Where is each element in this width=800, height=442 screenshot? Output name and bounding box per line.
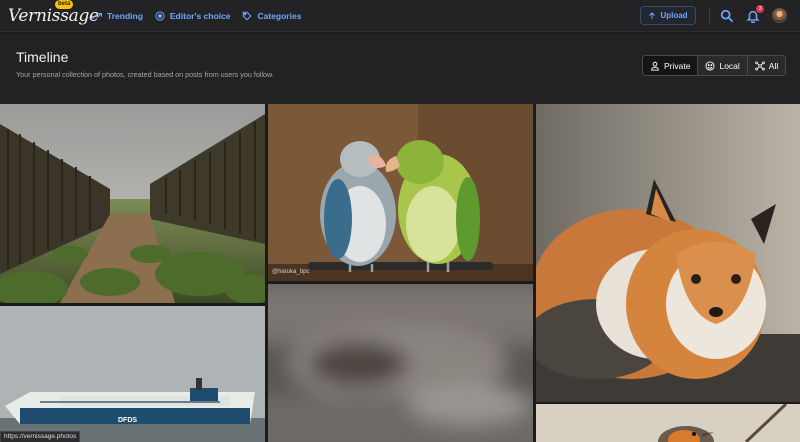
smiley-icon [705, 60, 715, 71]
status-bar-url: https://vernissage.photos [0, 431, 81, 442]
filter-local-label: Local [719, 60, 740, 71]
logo-text: Vernissage [8, 6, 99, 26]
nav-categories-label: Categories [257, 11, 302, 21]
photo-ferry-ship[interactable]: DFDS [0, 306, 265, 442]
upload-label: Upload [660, 11, 688, 20]
blurred-image [268, 284, 533, 442]
toolbar-divider [709, 8, 710, 24]
filter-local-button[interactable]: Local [697, 56, 747, 75]
nav-editors-choice[interactable]: Editor's choice [155, 11, 231, 21]
filter-all-button[interactable]: All [746, 56, 786, 75]
top-navbar: Vernissage beta Trending Editor's choice… [0, 0, 800, 32]
page-subtitle: Your personal collection of photos, crea… [16, 70, 274, 79]
award-icon [155, 11, 165, 21]
trending-icon [92, 12, 102, 19]
page-header: Timeline Your personal collection of pho… [0, 33, 800, 104]
page-title: Timeline [16, 49, 69, 65]
nav-categories[interactable]: Categories [242, 11, 301, 21]
photo-two-parrots[interactable]: @haruka_bpc [268, 104, 533, 281]
photo-credit: @haruka_bpc [272, 269, 310, 275]
filter-private-label: Private [664, 60, 691, 71]
upload-button[interactable]: Upload [640, 6, 696, 25]
photo-small-bird[interactable] [536, 404, 800, 442]
parrots-image [268, 104, 533, 281]
forest-image [0, 104, 265, 303]
photo-pine-forest[interactable] [0, 104, 265, 303]
bird-image [536, 404, 800, 442]
photo-blurred[interactable] [268, 284, 533, 442]
main-nav: Trending Editor's choice Categories [92, 0, 301, 32]
nav-trending-label: Trending [107, 11, 143, 21]
filter-private-button[interactable]: Private [643, 56, 698, 75]
nav-trending[interactable]: Trending [92, 11, 143, 21]
beta-badge: beta [55, 0, 74, 9]
notification-count-badge: 3 [756, 5, 764, 13]
app-logo[interactable]: Vernissage [8, 2, 99, 30]
ferry-hull-text: DFDS [118, 417, 138, 424]
person-icon [651, 61, 659, 71]
upload-arrow-icon [649, 11, 656, 19]
network-icon [755, 61, 765, 70]
tags-icon [243, 11, 252, 21]
nav-editors-choice-label: Editor's choice [169, 11, 231, 21]
fox-image [536, 104, 800, 402]
user-avatar[interactable] [772, 8, 787, 23]
filter-all-label: All [768, 60, 779, 71]
search-icon[interactable] [720, 9, 734, 23]
timeline-filter-group: Private Local All [642, 55, 787, 76]
photo-red-fox[interactable] [536, 104, 800, 402]
